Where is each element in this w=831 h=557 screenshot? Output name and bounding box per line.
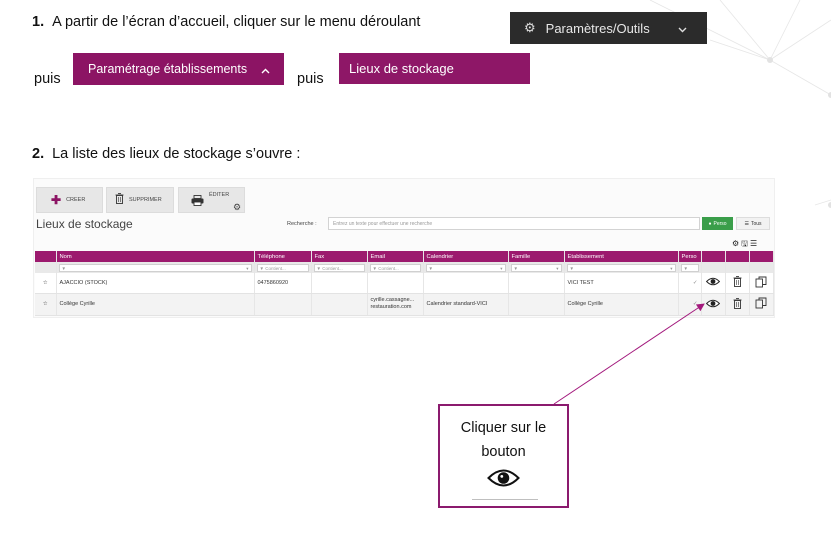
table-row[interactable]: ☆ Collège Cyrille cyrille.cassagne... re… (35, 293, 774, 316)
delete-button[interactable]: SUPPRIMER (106, 187, 174, 213)
filter-funnel-icon: ▼ (513, 265, 518, 271)
column-header-perso[interactable]: Perso (678, 251, 702, 262)
edit-label: ÉDITER (209, 192, 230, 198)
search-input[interactable]: Entrez un texte pour effectuer une reche… (328, 217, 700, 230)
star-icon[interactable]: ☆ (35, 273, 57, 294)
column-header-nom[interactable]: Nom (56, 251, 255, 262)
filter-telephone[interactable]: ▼ Contient... (256, 263, 309, 272)
puis-text-1: puis (34, 71, 61, 87)
parametrage-etablissements-button[interactable]: Paramétrage établissements (73, 53, 284, 85)
step-2-instruction: La liste des lieux de stockage s’ouvre : (52, 146, 301, 162)
column-header-calendrier[interactable]: Calendrier (423, 251, 509, 262)
filter-perso[interactable]: ▼ (680, 263, 699, 272)
trash-icon[interactable] (725, 293, 750, 316)
copy-icon[interactable] (749, 273, 774, 294)
header-action-2 (725, 251, 750, 262)
filter-dropdown-icon: ▾ (246, 265, 249, 271)
edit-button[interactable]: ÉDITER ⚙ (178, 187, 245, 213)
filter-famille[interactable]: ▼ ▾ (510, 263, 562, 272)
column-header-etablissement[interactable]: Etablissement (564, 251, 679, 262)
settings-icon[interactable]: ⚙ (732, 239, 741, 248)
callout-underline (472, 499, 538, 500)
filter-dropdown-icon: ▾ (670, 265, 673, 271)
callout-text: Cliquer sur le bouton (460, 420, 547, 460)
lieux-de-stockage-label: Lieux de stockage (349, 61, 454, 76)
chevron-down-icon (678, 21, 687, 36)
callout-box: Cliquer sur le bouton (438, 404, 569, 508)
chevron-up-icon (261, 63, 270, 77)
eye-icon[interactable] (701, 273, 726, 294)
star-icon[interactable]: ☆ (35, 293, 57, 316)
column-header-telephone[interactable]: Téléphone (254, 251, 312, 262)
storage-locations-table: Nom Téléphone Fax Email Calendrier Famil… (35, 251, 774, 316)
lieux-de-stockage-screen: ✚ CREER SUPPRIMER ÉDITER ⚙ Lieux de stoc… (33, 178, 775, 318)
table-row[interactable]: ☆ AJACCIO (STOCK) 0475860920 VICI TEST ✓ (35, 273, 774, 294)
column-header-famille[interactable]: Famille (508, 251, 565, 262)
filter-fax[interactable]: ▼ Contient... (313, 263, 365, 272)
create-button[interactable]: ✚ CREER (36, 187, 103, 213)
copy-icon[interactable] (749, 293, 774, 316)
step-1-number: 1. (32, 14, 45, 30)
header-action-1 (701, 251, 726, 262)
puis-text-2: puis (297, 71, 324, 87)
filter-nom[interactable]: ▼ ▾ (58, 263, 252, 272)
filter-etablissement[interactable]: ▼ ▾ (566, 263, 676, 272)
grid-tools: ⚙🖫☰ (732, 238, 759, 252)
column-header-email[interactable]: Email (367, 251, 424, 262)
filter-funnel-icon: ▼ (683, 265, 688, 271)
step-1-text: 1. A partir de l’écran d’accueil, cliquer… (32, 14, 420, 30)
step-2-text: 2. La liste des lieux de stockage s’ouvre… (32, 146, 300, 162)
perso-label: Perso (713, 220, 727, 227)
filter-funnel-icon: ▼ (569, 265, 574, 271)
parametres-outils-label: Paramètres/Outils (545, 20, 650, 36)
trash-icon[interactable] (725, 273, 750, 294)
filter-dropdown-icon: ▾ (500, 265, 503, 271)
list-icon: ☰ (744, 220, 749, 227)
printer-icon (191, 195, 204, 209)
delete-label: SUPPRIMER (129, 197, 162, 203)
gear-icon: ⚙ (524, 20, 536, 35)
filter-calendrier[interactable]: ▼ ▾ (425, 263, 506, 272)
filter-funnel-icon: ▼ (61, 265, 66, 271)
step-1-instruction: A partir de l’écran d’accueil, cliquer s… (52, 14, 421, 30)
plus-icon: ✚ (51, 193, 62, 207)
filter-dropdown-icon: ▾ (556, 265, 559, 271)
parametrage-etablissements-label: Paramétrage établissements (88, 62, 248, 76)
create-label: CREER (66, 197, 86, 203)
search-label: Recherche : (287, 221, 317, 227)
parametres-outils-menu-button[interactable]: ⚙ Paramètres/Outils (510, 12, 707, 44)
lieux-de-stockage-menu-item[interactable]: Lieux de stockage (339, 53, 530, 84)
table-header-row: Nom Téléphone Fax Email Calendrier Famil… (35, 251, 774, 262)
header-action-3 (749, 251, 774, 262)
eye-icon[interactable] (701, 293, 726, 316)
filter-email[interactable]: ▼ Contient... (369, 263, 421, 272)
filter-funnel-icon: ▼ (428, 265, 433, 271)
step-2-number: 2. (32, 146, 45, 162)
columns-icon[interactable]: ☰ (750, 239, 759, 248)
save-icon[interactable]: 🖫 (741, 239, 750, 248)
trash-icon (115, 193, 124, 207)
header-star (35, 251, 57, 262)
page-title: Lieux de stockage (36, 217, 133, 231)
gear-icon: ⚙ (233, 202, 242, 212)
column-header-fax[interactable]: Fax (311, 251, 368, 262)
person-icon: ● (708, 220, 712, 227)
tous-filter-button[interactable]: ☰ Tous (736, 217, 770, 230)
perso-filter-button[interactable]: ● Perso (702, 217, 733, 230)
table-filter-row: ▼ ▾ ▼ Contient... ▼ Contient... ▼ Contien… (35, 262, 774, 273)
tous-label: Tous (750, 220, 762, 227)
eye-icon (487, 468, 520, 493)
